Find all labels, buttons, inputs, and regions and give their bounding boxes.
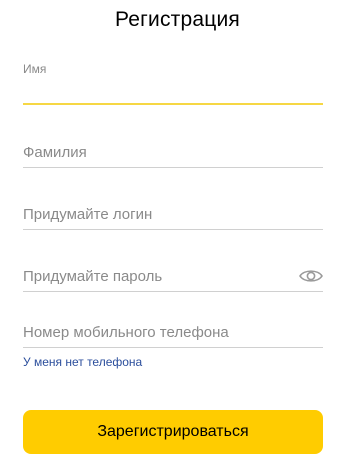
last-name-underline xyxy=(23,167,323,168)
login-underline xyxy=(23,229,323,230)
no-phone-link[interactable]: У меня нет телефона xyxy=(23,355,142,369)
phone-field[interactable]: Номер мобильного телефона xyxy=(23,320,323,352)
last-name-placeholder: Фамилия xyxy=(23,144,87,161)
register-button[interactable]: Зарегистрироваться xyxy=(23,410,323,454)
eye-icon[interactable] xyxy=(299,268,323,284)
first-name-label: Имя xyxy=(23,62,47,76)
login-placeholder: Придумайте логин xyxy=(23,206,153,223)
phone-placeholder: Номер мобильного телефона xyxy=(23,324,229,341)
password-underline xyxy=(23,291,323,292)
phone-underline xyxy=(23,347,323,348)
login-field[interactable]: Придумайте логин xyxy=(23,202,323,234)
page-title: Регистрация xyxy=(115,8,240,31)
password-field[interactable]: Придумайте пароль xyxy=(23,262,323,296)
password-placeholder: Придумайте пароль xyxy=(23,268,163,285)
first-name-underline xyxy=(23,103,323,105)
last-name-field[interactable]: Фамилия xyxy=(23,140,323,172)
first-name-field[interactable]: Имя xyxy=(23,60,323,110)
